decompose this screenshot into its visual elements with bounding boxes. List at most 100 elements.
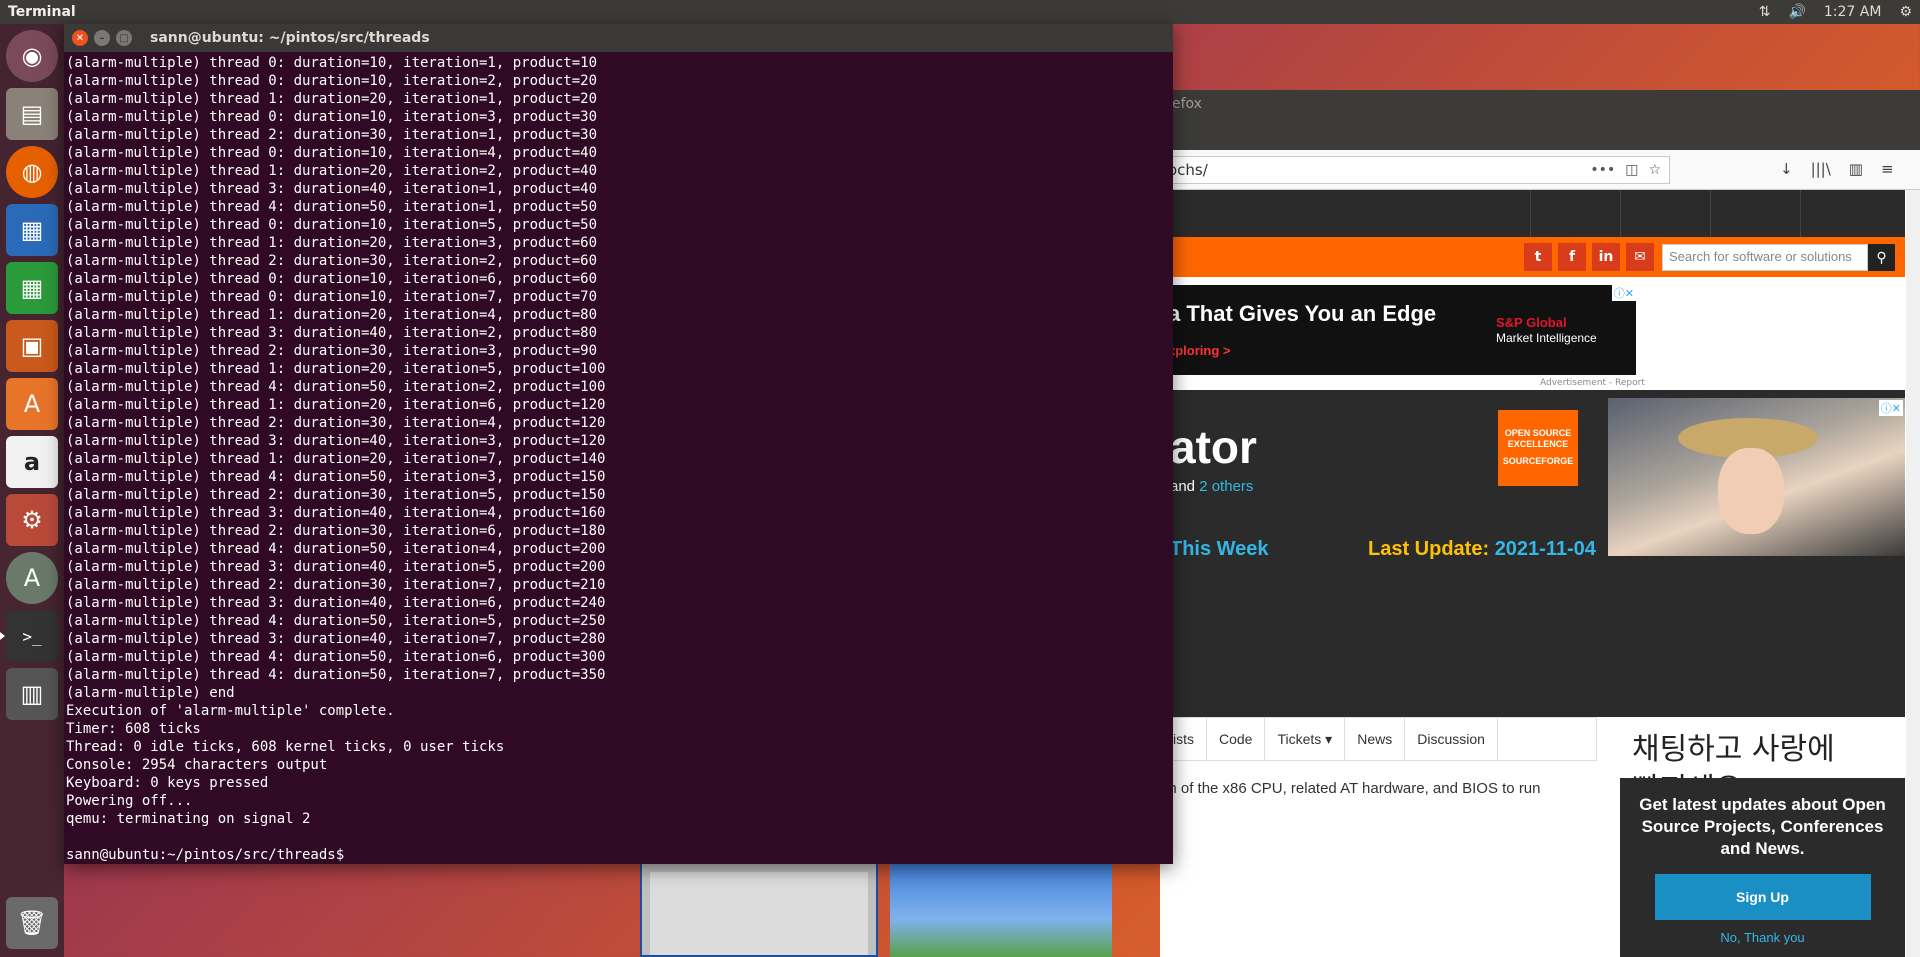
top-panel: Terminal ⇅ 🔊 1:27 AM ⚙ <box>0 0 1920 24</box>
download-icon[interactable]: ↓ <box>1780 160 1793 178</box>
terminal-line: (alarm-multiple) thread 3: duration=40, … <box>66 559 606 575</box>
terminal-line: (alarm-multiple) thread 2: duration=30, … <box>66 343 598 359</box>
terminal-line: (alarm-multiple) thread 2: duration=30, … <box>66 523 606 539</box>
terminal-line: (alarm-multiple) thread 1: duration=20, … <box>66 397 606 413</box>
floppy-icon[interactable]: ▥ <box>6 668 58 720</box>
tab-news[interactable]: News <box>1345 718 1406 760</box>
active-app-title: Terminal <box>8 4 76 20</box>
terminal-line: (alarm-multiple) thread 4: duration=50, … <box>66 613 606 629</box>
ad-close-icon[interactable]: ⓘ✕ <box>1878 400 1903 416</box>
terminal-line: (alarm-multiple) thread 3: duration=40, … <box>66 595 606 611</box>
screenshot-thumbnail[interactable] <box>890 862 1112 957</box>
signup-button[interactable]: Sign Up <box>1654 874 1871 920</box>
firefox-icon[interactable]: ◍ <box>6 146 58 198</box>
scrollbar[interactable] <box>1906 190 1920 957</box>
amazon-icon[interactable]: a <box>6 436 58 488</box>
calc-icon[interactable]: ▦ <box>6 262 58 314</box>
terminal-line: (alarm-multiple) thread 0: duration=10, … <box>66 217 598 233</box>
terminal-line: (alarm-multiple) thread 1: duration=20, … <box>66 163 598 179</box>
oss-excellence-badge: OPEN SOURCE EXCELLENCE SOURCEFORGE <box>1498 410 1578 486</box>
project-description: gh of the x86 CPU, related AT hardware, … <box>1160 780 1541 797</box>
library-icon[interactable]: |||\ <box>1811 160 1831 178</box>
terminal-line: sann@ubuntu:~/pintos/src/threads$ <box>66 847 353 863</box>
terminal-titlebar[interactable]: ✕ – □ sann@ubuntu: ~/pintos/src/threads <box>64 24 1173 52</box>
page-content: t f in ✉ Search for software or solution… <box>1160 190 1920 957</box>
tab-code[interactable]: Code <box>1207 718 1266 760</box>
terminal-line: (alarm-multiple) thread 0: duration=10, … <box>66 145 598 161</box>
tab-tickets[interactable]: Tickets ▾ <box>1265 718 1346 760</box>
terminal-title: sann@ubuntu: ~/pintos/src/threads <box>150 30 430 46</box>
ad-cta[interactable]: xploring > <box>1168 343 1230 358</box>
impress-icon[interactable]: ▣ <box>6 320 58 372</box>
firefox-tabbar <box>1160 120 1920 150</box>
terminal-line: (alarm-multiple) thread 2: duration=30, … <box>66 577 606 593</box>
terminal-line: (alarm-multiple) thread 3: duration=40, … <box>66 505 606 521</box>
terminal-line: (alarm-multiple) thread 0: duration=10, … <box>66 271 598 287</box>
volume-icon[interactable]: 🔊 <box>1788 4 1805 20</box>
terminal-line: (alarm-multiple) thread 1: duration=20, … <box>66 361 606 377</box>
terminal-line: (alarm-multiple) thread 0: duration=10, … <box>66 55 598 71</box>
sidebar-icon[interactable]: ▥ <box>1849 160 1863 178</box>
page-actions-icon[interactable]: ••• <box>1590 162 1615 178</box>
terminal-output[interactable]: (alarm-multiple) thread 0: duration=10, … <box>64 52 1173 866</box>
no-thanks-link[interactable]: No, Thank you <box>1620 930 1905 945</box>
files-icon[interactable]: ▤ <box>6 88 58 140</box>
menu-icon[interactable]: ≡ <box>1881 160 1894 178</box>
terminal-line: Timer: 608 ticks <box>66 721 201 737</box>
trash-icon[interactable]: 🗑 <box>6 897 58 949</box>
terminal-line: (alarm-multiple) end <box>66 685 235 701</box>
ad-headline: a That Gives You an Edge <box>1168 301 1437 326</box>
terminal-line: (alarm-multiple) thread 0: duration=10, … <box>66 73 598 89</box>
software-updater-icon[interactable]: A <box>6 552 58 604</box>
screenshot-thumbnail[interactable] <box>640 862 878 957</box>
url-bar[interactable]: ochs/ ••• ◫ ☆ <box>1160 156 1670 184</box>
terminal-line: (alarm-multiple) thread 0: duration=10, … <box>66 109 598 125</box>
this-week-label[interactable]: This Week <box>1170 538 1269 561</box>
tab-discussion[interactable]: Discussion <box>1405 718 1498 760</box>
facebook-icon[interactable]: f <box>1558 243 1586 271</box>
terminal-line: (alarm-multiple) thread 2: duration=30, … <box>66 415 606 431</box>
network-icon[interactable]: ⇅ <box>1759 4 1771 20</box>
launcher: ◉ ▤ ◍ ▦ ▦ ▣ A a ⚙ A >_ ▥ 🗑 <box>0 24 64 957</box>
close-icon[interactable]: ✕ <box>72 30 88 46</box>
terminal-icon[interactable]: >_ <box>0 610 58 662</box>
terminal-line: (alarm-multiple) thread 3: duration=40, … <box>66 631 606 647</box>
firefox-navbar: ochs/ ••• ◫ ☆ ↓ |||\ ▥ ≡ <box>1160 150 1920 190</box>
email-icon[interactable]: ✉ <box>1626 243 1654 271</box>
ubuntu-dash-icon[interactable]: ◉ <box>6 30 58 82</box>
terminal-line: qemu: terminating on signal 2 <box>66 811 311 827</box>
clock[interactable]: 1:27 AM <box>1824 4 1882 20</box>
writer-icon[interactable]: ▦ <box>6 204 58 256</box>
authors-link[interactable]: 2 others <box>1199 478 1253 495</box>
system-settings-icon[interactable]: ⚙ <box>6 494 58 546</box>
pocket-icon[interactable]: ◫ <box>1625 162 1638 178</box>
search-icon[interactable]: ⚲ <box>1868 244 1895 271</box>
terminal-line: Execution of 'alarm-multiple' complete. <box>66 703 395 719</box>
terminal-window[interactable]: ✕ – □ sann@ubuntu: ~/pintos/src/threads … <box>64 24 1173 864</box>
terminal-line: (alarm-multiple) thread 4: duration=50, … <box>66 541 606 557</box>
project-header: ator and 2 others This Week Last Update:… <box>1160 390 1905 717</box>
ad-report-link[interactable]: Advertisement - Report <box>1540 378 1645 388</box>
ad-brand-sub: Market Intelligence <box>1496 331 1597 345</box>
terminal-line: (alarm-multiple) thread 2: duration=30, … <box>66 253 598 269</box>
software-center-icon[interactable]: A <box>6 378 58 430</box>
minimize-icon[interactable]: – <box>94 30 110 46</box>
site-header <box>1160 190 1905 237</box>
bookmark-star-icon[interactable]: ☆ <box>1648 162 1661 178</box>
terminal-line: Console: 2954 characters output <box>66 757 328 773</box>
banner-ad[interactable]: a That Gives You an Edge xploring > S&P … <box>1160 285 1636 375</box>
side-ad-photo[interactable]: ⓘ✕ <box>1608 398 1905 556</box>
ad-close-icon[interactable]: ⓘ✕ <box>1611 285 1636 301</box>
twitter-icon[interactable]: t <box>1524 243 1552 271</box>
maximize-icon[interactable]: □ <box>116 30 132 46</box>
terminal-line: (alarm-multiple) thread 1: duration=20, … <box>66 235 598 251</box>
url-text: ochs/ <box>1168 161 1208 179</box>
gear-icon[interactable]: ⚙ <box>1899 4 1912 20</box>
newsletter-message: Get latest updates about Open Source Pro… <box>1639 795 1886 858</box>
site-search-input[interactable]: Search for software or solutions <box>1662 244 1868 271</box>
linkedin-icon[interactable]: in <box>1592 243 1620 271</box>
terminal-line: (alarm-multiple) thread 3: duration=40, … <box>66 181 598 197</box>
firefox-title: efox <box>1160 90 1920 120</box>
project-tabs: ists Code Tickets ▾ News Discussion <box>1160 717 1597 761</box>
